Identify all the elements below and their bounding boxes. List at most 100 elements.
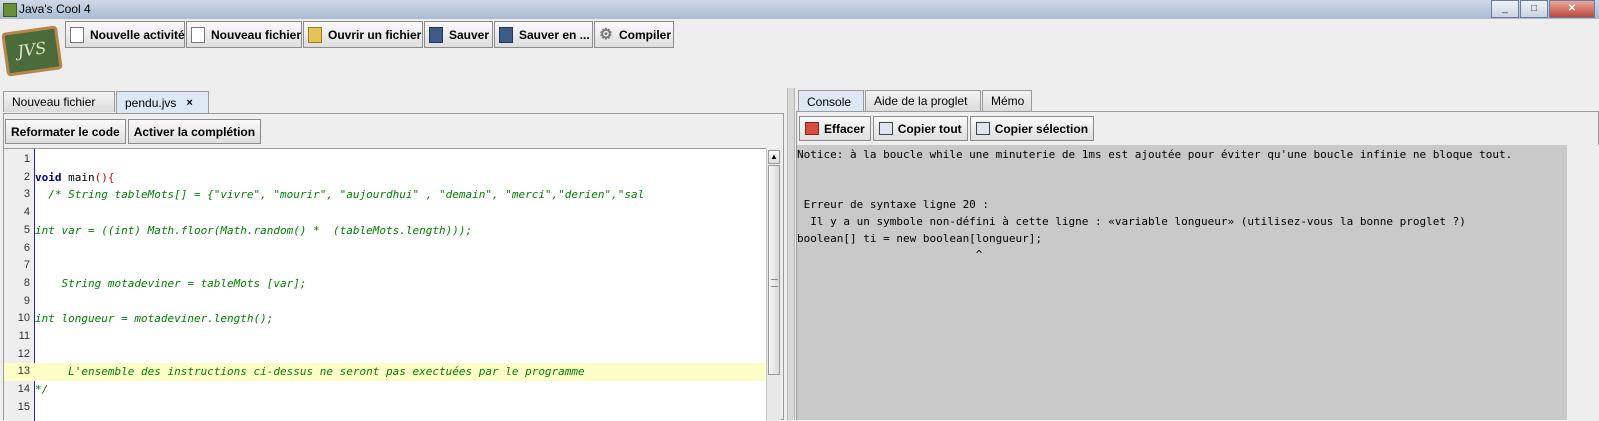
code-text: int var = ((int) Math.floor(Math.random(… [35,222,472,240]
console-line: Il y a un symbole non-défini à cette lig… [797,214,1466,228]
new-file-button[interactable]: Nouveau fichier [186,21,302,48]
save-as-label: Sauver en ... [519,27,590,42]
new-activity-button[interactable]: Nouvelle activité [65,21,185,48]
compile-label: Compiler [619,27,672,42]
console-line: boolean[] ti = new boolean[longueur]; [797,231,1043,245]
document-icon [70,26,84,43]
open-folder-icon [308,26,322,43]
code-line[interactable]: 9 [4,293,766,311]
copy-selection-label: Copier sélection [994,121,1089,136]
new-activity-label: Nouvelle activité [90,27,185,42]
code-text: String motadeviner = tableMots [var]; [35,275,306,293]
keyword-token: void [35,170,62,184]
tab-label: Console [807,94,852,109]
javascool-logo[interactable]: JVS [1,25,63,77]
code-line[interactable]: 7 [4,257,766,275]
open-file-label: Ouvrir un fichier [328,27,422,42]
eraser-icon [805,122,819,135]
app-icon [3,3,17,17]
line-number: 1 [23,153,30,165]
document-icon [191,26,205,43]
line-number: 11 [18,330,30,342]
code-line[interactable]: 4 [4,204,766,222]
console-line: Erreur de syntaxe ligne 20 : [797,198,990,212]
window-title: Java's Cool 4 [19,2,91,16]
code-line[interactable]: 8 String motadeviner = tableMots [var]; [4,275,766,293]
code-line[interactable]: 13 L'ensemble des instructions ci-dessus… [4,363,766,382]
copy-all-label: Copier tout [897,121,962,136]
open-file-button[interactable]: Ouvrir un fichier [303,21,423,48]
scrollbar-thumb[interactable] [768,165,780,375]
compile-button[interactable]: ⚙ Compiler [594,21,674,48]
code-text: */ [35,381,48,399]
line-number: 7 [23,259,30,272]
comment-token: /* String tableMots[] = {"vivre", "mouri… [35,188,645,202]
save-label: Sauver [449,27,490,42]
tab-console[interactable]: Console [798,90,864,112]
code-line[interactable]: 2 void main(){ [4,169,766,187]
line-number: 5 [23,223,30,236]
code-line[interactable]: 15 [4,399,766,417]
save-as-button[interactable]: Sauver en ... [494,21,593,48]
code-line[interactable]: 3 /* String tableMots[] = {"vivre", "mou… [4,186,766,204]
tab-label: pendu.jvs [125,95,177,110]
title-bar: Java's Cool 4 _ □ ✕ [0,0,1599,19]
line-number: 10 [17,312,30,325]
line-number: 12 [17,347,30,360]
code-text: L'ensemble des instructions ci-dessus ne… [35,363,585,381]
console-toolbar: Effacer Copier tout Copier sélection [799,116,1096,141]
line-number: 2 [23,170,30,183]
reformat-code-button[interactable]: Reformater le code [5,119,126,144]
save-button[interactable]: Sauver [424,21,493,48]
close-tab-icon[interactable]: × [186,97,192,109]
tab-new-file[interactable]: Nouveau fichier [3,91,115,112]
code-line[interactable]: 5 int var = ((int) Math.floor(Math.random… [4,222,766,240]
window-controls: _ □ ✕ [1490,0,1595,18]
editor-scrollbar[interactable]: ▲ [766,149,781,420]
code-line[interactable]: 10 int longueur = motadeviner.length(); [4,310,766,328]
split-pane-divider[interactable] [787,88,795,420]
tab-proglet-help[interactable]: Aide de la proglet [865,90,981,111]
comment-token: L'ensemble des instructions ci-dessus ne… [35,365,585,379]
line-number: 15 [17,400,30,413]
comment-token: */ [35,383,49,397]
new-file-label: Nouveau fichier [211,27,302,42]
code-line[interactable]: 1 [4,151,766,169]
maximize-button[interactable]: □ [1520,0,1548,18]
minimize-button[interactable]: _ [1491,0,1519,18]
tab-pendu-jvs[interactable]: pendu.jvs × [116,91,209,113]
scroll-up-arrow-icon[interactable]: ▲ [768,150,780,164]
console-output[interactable]: Notice: à la boucle while une minuterie … [797,145,1567,420]
code-line[interactable]: 12 [4,346,766,364]
right-tab-bar: Console Aide de la proglet Mémo [798,90,1033,112]
code-line[interactable]: 14 */ [4,381,766,399]
comment-token: int var = ((int) Math.floor(Math.random(… [35,223,473,237]
code-line[interactable]: 6 [4,240,766,258]
close-window-button[interactable]: ✕ [1549,0,1595,18]
editor-tab-bar: Nouveau fichier pendu.jvs × [3,91,210,113]
line-number: 3 [23,188,30,201]
code-editor[interactable]: 1 2 void main(){3 /* String tableMots[] = … [4,148,766,421]
paren-token: (){ [94,170,115,184]
line-number: 4 [23,206,30,219]
console-line: ^ [797,248,983,262]
clear-console-button[interactable]: Effacer [799,116,871,141]
screen-copy-icon [878,122,893,135]
editor-toolbar: Reformater le code Activer la complétion [5,119,263,144]
clear-label: Effacer [824,121,865,136]
line-number: 14 [17,383,30,396]
copy-selection-button[interactable]: Copier sélection [969,116,1095,141]
line-number: 6 [23,241,30,254]
code-text: int longueur = motadeviner.length(); [35,310,273,328]
copy-all-button[interactable]: Copier tout [872,116,968,141]
tab-memo[interactable]: Mémo [982,90,1032,111]
line-number: 13 [17,365,30,378]
screen-copy-icon [975,122,990,135]
code-line[interactable]: 11 [4,328,766,346]
gear-icon: ⚙ [599,25,613,43]
console-side-area [1567,145,1599,420]
tab-label: Aide de la proglet [874,94,968,108]
enable-completion-button[interactable]: Activer la complétion [127,119,262,144]
identifier-token: main [61,170,95,184]
floppy-disk-icon [429,26,443,43]
